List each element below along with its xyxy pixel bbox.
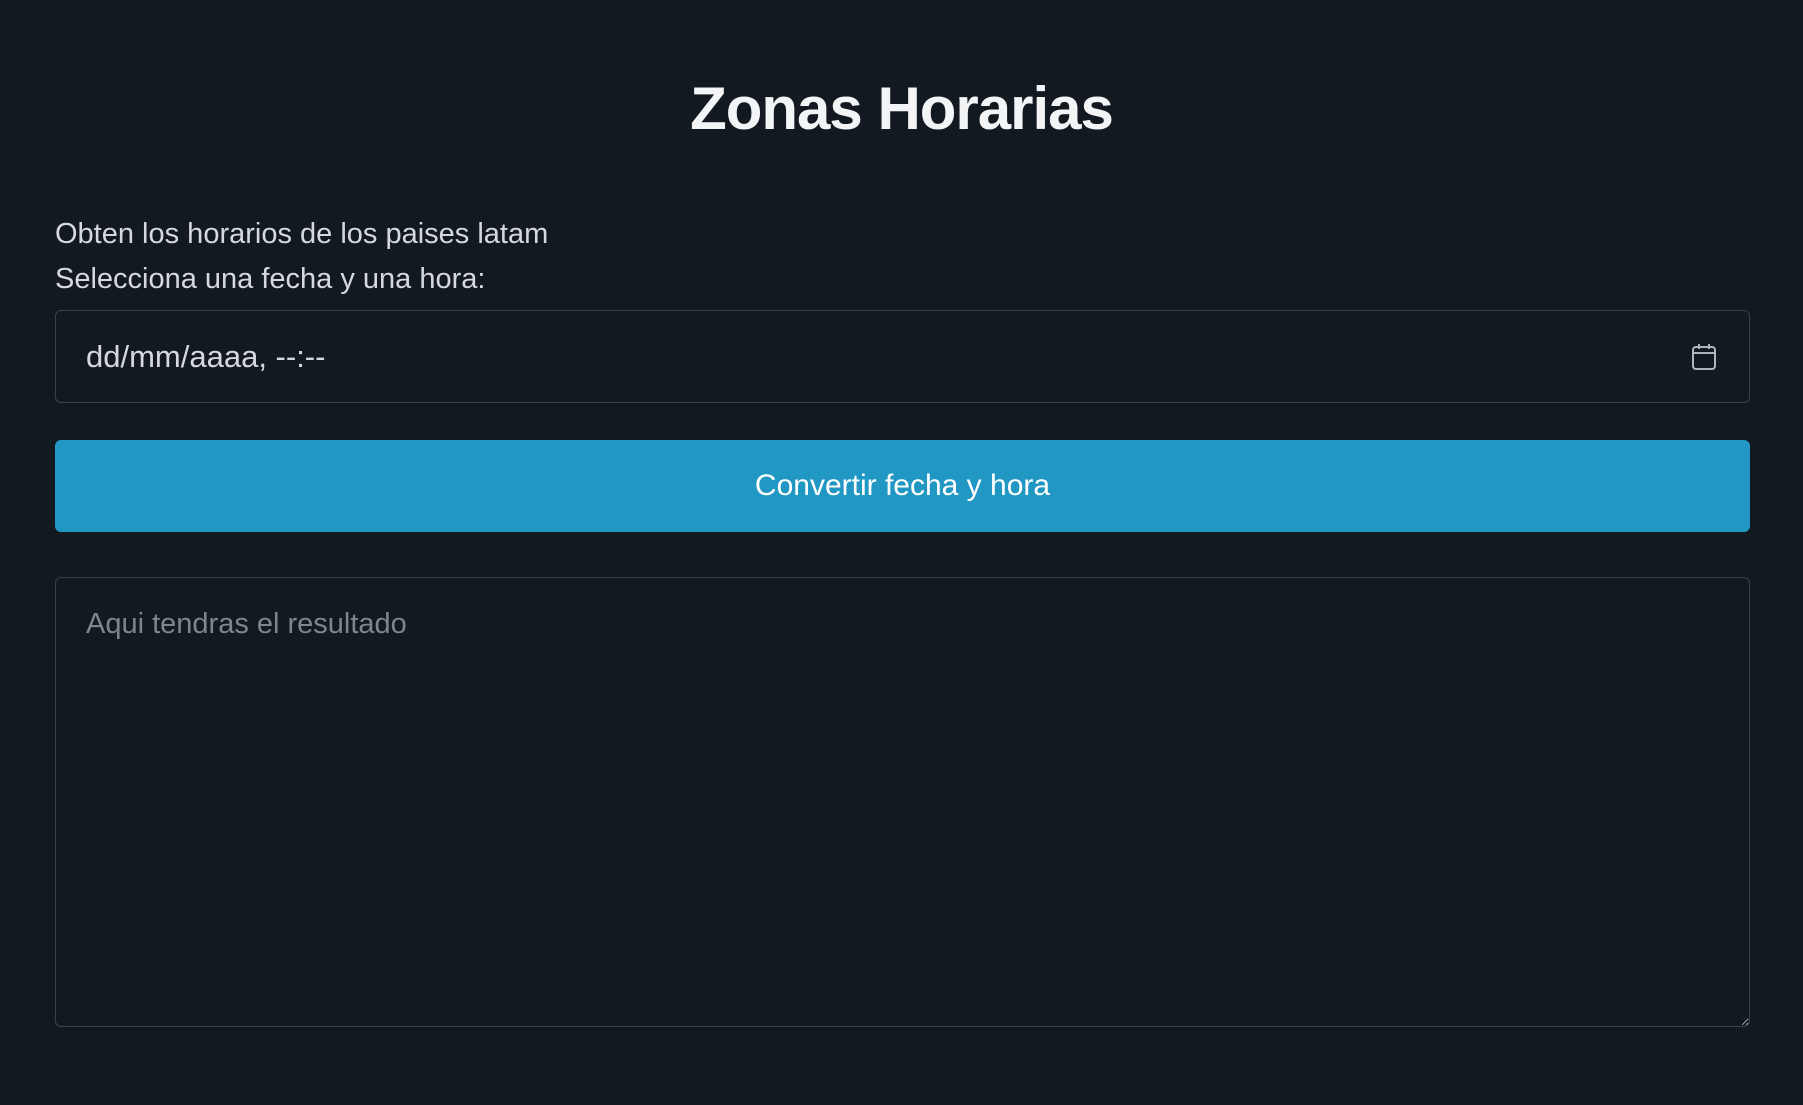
page-title: Zonas Horarias [690, 75, 1114, 142]
datetime-label: Selecciona una fecha y una hora: [55, 263, 486, 295]
result-textarea[interactable] [55, 577, 1750, 1027]
page: Zonas Horarias Obten los horarios de los… [0, 0, 1803, 1105]
calendar-icon[interactable] [1689, 342, 1719, 372]
convert-button[interactable]: Convertir fecha y hora [55, 440, 1750, 532]
datetime-placeholder: dd/mm/aaaa, --:-- [86, 338, 326, 374]
description-text: Obten los horarios de los paises latam [55, 218, 549, 250]
datetime-input[interactable]: dd/mm/aaaa, --:-- [55, 310, 1750, 403]
